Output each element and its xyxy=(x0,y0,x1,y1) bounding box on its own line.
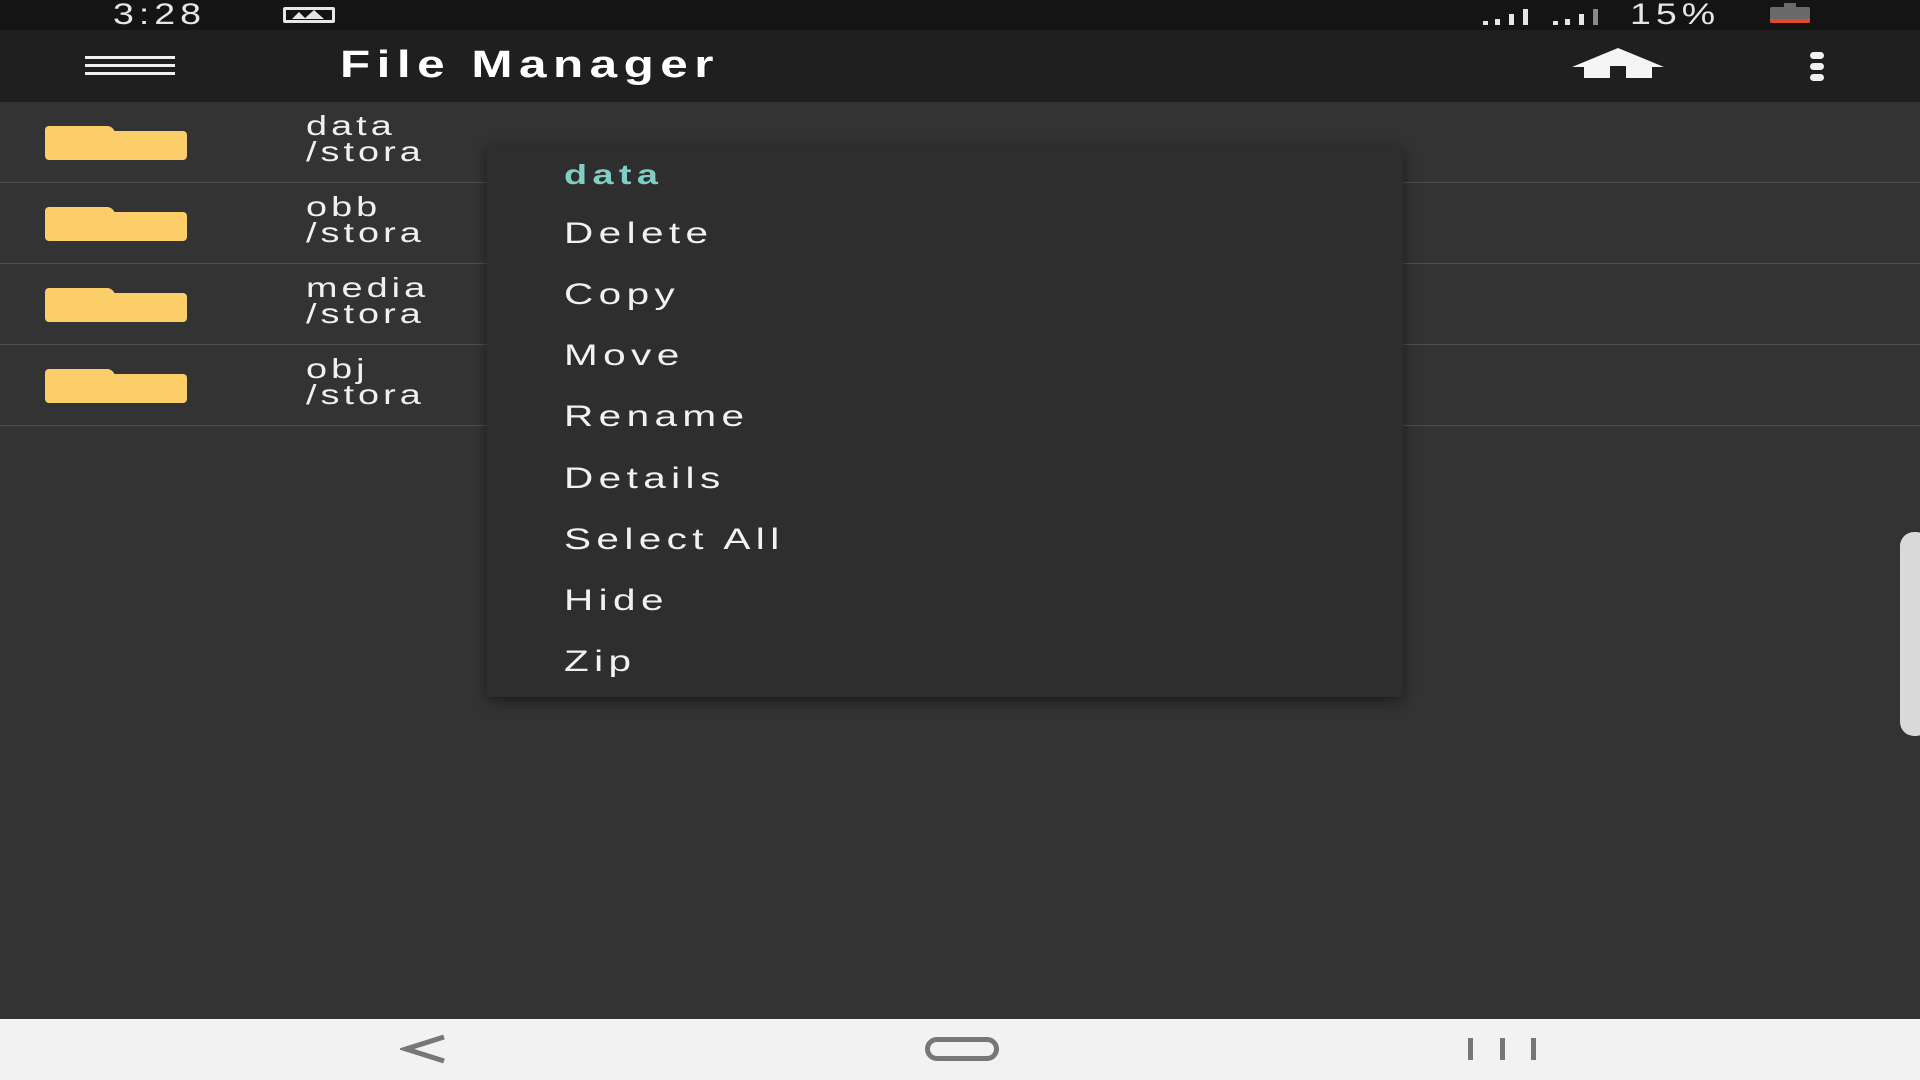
folder-icon xyxy=(45,126,187,160)
battery-percentage: 15% xyxy=(1630,0,1721,31)
signal-icon xyxy=(1553,7,1605,25)
battery-icon xyxy=(1770,3,1810,23)
folder-icon xyxy=(45,288,187,322)
menu-item-rename[interactable]: Rename xyxy=(564,400,749,434)
status-bar: 3:28 15% xyxy=(0,0,1920,31)
more-vert-icon[interactable] xyxy=(1805,52,1829,82)
recents-icon[interactable] xyxy=(1468,1038,1538,1060)
menu-item-move[interactable]: Move xyxy=(564,339,685,373)
signal-icon xyxy=(1483,7,1535,25)
menu-item-delete[interactable]: Delete xyxy=(564,217,713,251)
status-time: 3:28 xyxy=(113,0,206,31)
menu-item-copy[interactable]: Copy xyxy=(564,278,680,312)
image-notification-icon xyxy=(283,7,335,23)
file-path: /stora xyxy=(306,136,425,167)
menu-icon[interactable] xyxy=(85,56,175,76)
file-path: /stora xyxy=(306,298,425,329)
edge-panel-handle[interactable] xyxy=(1900,532,1920,736)
menu-item-select-all[interactable]: Select All xyxy=(564,523,785,557)
folder-icon xyxy=(45,207,187,241)
back-icon[interactable] xyxy=(400,1033,450,1065)
home-nav-icon[interactable] xyxy=(925,1037,999,1061)
menu-item-details[interactable]: Details xyxy=(564,462,726,496)
file-path: /stora xyxy=(306,217,425,248)
toolbar: File Manager xyxy=(0,30,1920,102)
context-menu: data Delete Copy Move Rename Details Sel… xyxy=(487,145,1403,697)
file-path: /stora xyxy=(306,379,425,410)
nav-bar xyxy=(0,1019,1920,1080)
menu-item-hide[interactable]: Hide xyxy=(564,584,669,618)
home-icon[interactable] xyxy=(1572,48,1664,78)
menu-item-zip[interactable]: Zip xyxy=(564,645,636,679)
app-title: File Manager xyxy=(340,44,720,86)
context-menu-title: data xyxy=(564,159,664,190)
folder-icon xyxy=(45,369,187,403)
screen: 3:28 15% File Manager data /stora obb /s… xyxy=(0,0,1920,1080)
